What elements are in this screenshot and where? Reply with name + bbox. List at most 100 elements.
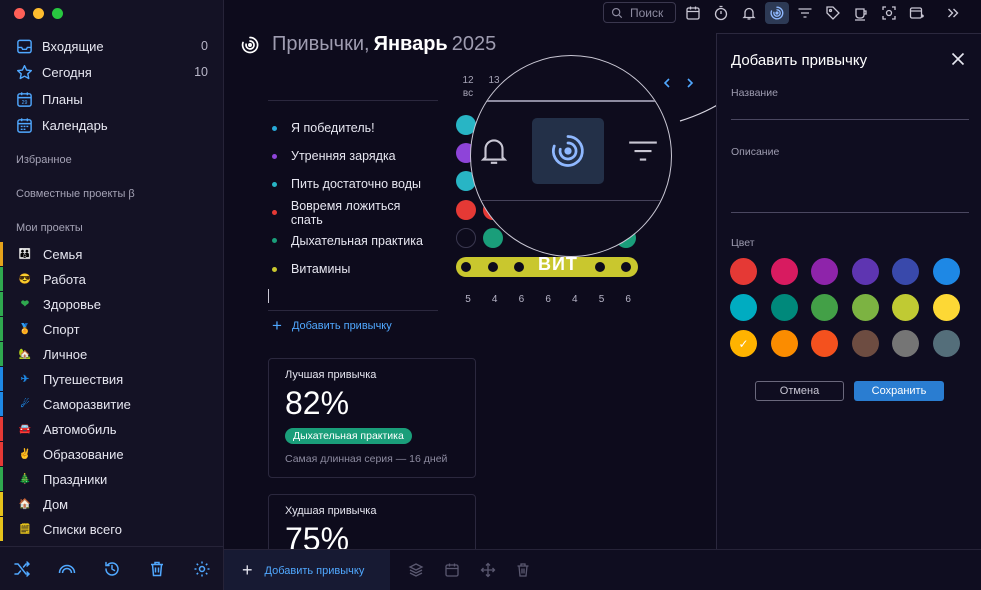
habits-button-zoomed — [532, 118, 604, 184]
title-prefix: Привычки, — [272, 33, 370, 55]
color-swatch[interactable] — [932, 330, 960, 357]
color-swatch[interactable]: ✓ — [730, 330, 757, 357]
sidebar-project-item[interactable]: ✈ Путешествия — [0, 367, 224, 391]
my-projects-section-header[interactable]: Мои проекты — [16, 222, 83, 234]
title-year[interactable]: 2025 — [452, 33, 497, 56]
cancel-button[interactable]: Отмена — [755, 381, 844, 401]
maximize-window-button[interactable] — [52, 8, 63, 19]
project-color-bar — [0, 317, 3, 341]
trash-icon[interactable] — [148, 560, 166, 578]
notifications-button[interactable] — [737, 2, 761, 24]
sidebar-project-item[interactable]: 😎 Работа — [0, 267, 224, 291]
habit-item[interactable]: Пить достаточно воды — [272, 175, 432, 193]
habit-item[interactable]: Утренняя зарядка — [272, 147, 432, 165]
sidebar-project-item[interactable]: 👪 Семья — [0, 242, 224, 266]
add-habit-label: Добавить привычку — [291, 320, 392, 332]
habit-item[interactable]: Дыхательная практика — [272, 232, 432, 250]
color-swatch[interactable] — [932, 294, 960, 321]
zoom-magnifier — [470, 55, 672, 257]
card-label: Худшая привычка — [285, 505, 377, 517]
color-swatch[interactable] — [811, 258, 838, 285]
add-habit-button[interactable]: + Добавить привычку — [224, 550, 390, 590]
minimize-window-button[interactable] — [33, 8, 44, 19]
color-swatch[interactable] — [811, 294, 838, 321]
day-total: 6 — [545, 294, 551, 305]
trash-icon[interactable] — [515, 562, 531, 578]
search-placeholder: Поиск — [630, 5, 664, 20]
tags-button[interactable] — [821, 2, 845, 24]
streak-link-hole — [594, 262, 605, 272]
move-icon[interactable] — [480, 562, 496, 578]
color-swatch[interactable] — [892, 258, 919, 285]
add-habit-panel: Добавить привычку Название Описание Цвет… — [716, 33, 981, 549]
filter-button[interactable] — [793, 2, 817, 24]
project-color-bar — [0, 417, 3, 441]
color-swatch[interactable] — [851, 330, 879, 357]
sidebar-item-plans[interactable]: 29 Планы — [16, 88, 208, 110]
name-field[interactable] — [731, 100, 969, 118]
color-swatch[interactable] — [770, 294, 798, 321]
sidebar-project-item[interactable]: ❤ Здоровье — [0, 292, 224, 316]
sidebar-project-item[interactable]: 🏅 Спорт — [0, 317, 224, 341]
sidebar-item-inbox[interactable]: Входящие 0 — [16, 35, 208, 57]
calendar-view-button[interactable] — [681, 2, 705, 24]
sidebar-project-item[interactable]: 🗒 Списки всего — [0, 517, 224, 541]
sidebar-item-label: Сегодня — [42, 64, 92, 80]
sidebar-project-item[interactable]: 🏡 Личное — [0, 342, 224, 366]
previous-month-icon[interactable] — [661, 77, 673, 89]
focus-button[interactable] — [877, 2, 901, 24]
color-swatch[interactable] — [811, 330, 838, 357]
add-habit-link[interactable]: + Добавить привычку — [272, 317, 392, 334]
history-icon[interactable] — [103, 560, 121, 578]
description-field[interactable] — [731, 159, 969, 211]
project-label: Семья — [43, 246, 83, 262]
habit-cell[interactable] — [482, 227, 503, 248]
layers-icon[interactable] — [408, 562, 424, 578]
sidebar-project-item[interactable]: ☄ Саморазвитие — [0, 392, 224, 416]
habits-button[interactable] — [765, 2, 789, 24]
settings-gear-icon[interactable] — [193, 560, 211, 578]
break-button[interactable] — [849, 2, 873, 24]
save-button[interactable]: Сохранить — [854, 381, 944, 401]
app-window: Входящие 0 Сегодня 10 29 Планы Календарь… — [0, 0, 981, 590]
habit-item[interactable]: Витамины — [272, 260, 432, 278]
color-swatch[interactable] — [770, 330, 798, 357]
habit-cell[interactable] — [456, 227, 476, 248]
habit-item[interactable]: Я победитель! — [272, 119, 432, 137]
project-color-bar — [0, 392, 3, 416]
color-swatch[interactable] — [851, 258, 879, 285]
shuffle-icon[interactable] — [13, 560, 31, 578]
collapse-panel-button[interactable] — [941, 2, 965, 24]
sidebar-project-item[interactable]: ✌ Образование — [0, 442, 224, 466]
project-label: Автомобиль — [43, 421, 117, 437]
sidebar-item-calendar[interactable]: Календарь — [16, 114, 208, 136]
sidebar-project-item[interactable]: 🚘 Автомобиль — [0, 417, 224, 441]
rainbow-icon[interactable] — [58, 560, 76, 578]
color-swatch[interactable] — [730, 258, 757, 285]
close-icon[interactable] — [947, 48, 969, 70]
next-month-icon[interactable] — [684, 77, 696, 89]
shared-projects-section-header[interactable]: Совместные проекты β — [16, 188, 135, 200]
search-box[interactable]: Поиск — [603, 2, 676, 23]
timer-button[interactable] — [709, 2, 733, 24]
sidebar-item-today[interactable]: Сегодня 10 — [16, 61, 208, 83]
sidebar-item-count: 10 — [194, 65, 208, 79]
color-swatch[interactable] — [851, 294, 879, 321]
streak-text: ВИТ — [538, 254, 578, 274]
close-window-button[interactable] — [14, 8, 25, 19]
sidebar-project-item[interactable]: 🏠 Дом — [0, 492, 224, 516]
sidebar: Входящие 0 Сегодня 10 29 Планы Календарь… — [0, 0, 224, 590]
calendar-icon[interactable] — [444, 562, 460, 578]
habit-item[interactable]: Вовремя ложиться спать — [272, 199, 432, 227]
calendar-icon — [17, 117, 32, 133]
color-swatch[interactable] — [892, 330, 919, 357]
add-calendar-button[interactable] — [905, 2, 929, 24]
color-swatch[interactable] — [932, 258, 960, 285]
sidebar-project-item[interactable]: 🎄 Праздники — [0, 467, 224, 491]
color-swatch[interactable] — [730, 294, 757, 321]
title-month[interactable]: Январь — [374, 33, 448, 56]
color-swatch[interactable] — [770, 258, 798, 285]
habit-cell[interactable] — [456, 199, 476, 220]
favorites-section-header[interactable]: Избранное — [16, 154, 72, 166]
color-swatch[interactable] — [892, 294, 919, 321]
